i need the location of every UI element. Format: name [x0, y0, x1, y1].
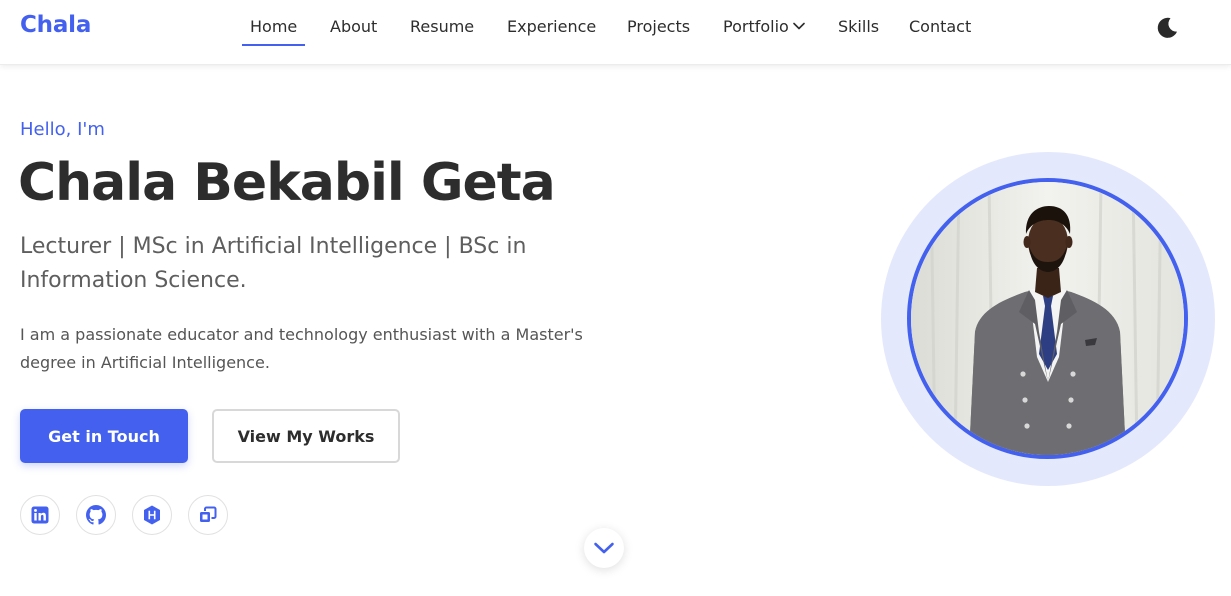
hackerrank-icon [144, 505, 160, 525]
nav-portfolio[interactable]: Portfolio [723, 17, 805, 47]
site-header: Chala Home About Resume Experience Proje… [0, 0, 1231, 65]
profile-photo [907, 178, 1188, 459]
linkedin-link[interactable] [20, 495, 60, 535]
theme-toggle-button[interactable] [1154, 15, 1180, 41]
site-logo[interactable]: Chala [20, 12, 91, 38]
github-link[interactable] [76, 495, 116, 535]
nav-home[interactable]: Home [241, 17, 306, 47]
linkedin-icon [31, 506, 49, 524]
nav-contact[interactable]: Contact [909, 17, 971, 47]
nav-projects[interactable]: Projects [627, 17, 690, 47]
moon-icon [1157, 17, 1177, 38]
hackerrank-link[interactable] [132, 495, 172, 535]
nav-about[interactable]: About [330, 17, 377, 47]
portrait-photo [911, 182, 1184, 455]
nav-portfolio-label: Portfolio [723, 17, 789, 36]
hero-name: Chala Bekabil Geta [18, 153, 556, 213]
code-platform-link[interactable] [188, 495, 228, 535]
hero-description: I am a passionate educator and technolog… [20, 325, 583, 372]
github-icon [86, 505, 106, 525]
chevron-down-icon [793, 22, 805, 30]
view-my-works-button[interactable]: View My Works [212, 409, 400, 463]
nav-resume[interactable]: Resume [410, 17, 474, 47]
get-in-touch-button[interactable]: Get in Touch [20, 409, 188, 463]
code-platform-icon [200, 506, 217, 522]
hero-subtitle: Lecturer | MSc in Artificial Intelligenc… [20, 234, 527, 293]
nav-experience[interactable]: Experience [507, 17, 596, 47]
hero-greeting: Hello, I'm [20, 119, 105, 140]
scroll-down-button[interactable] [584, 528, 624, 568]
chevron-down-icon [594, 542, 614, 554]
nav-skills[interactable]: Skills [838, 17, 879, 47]
